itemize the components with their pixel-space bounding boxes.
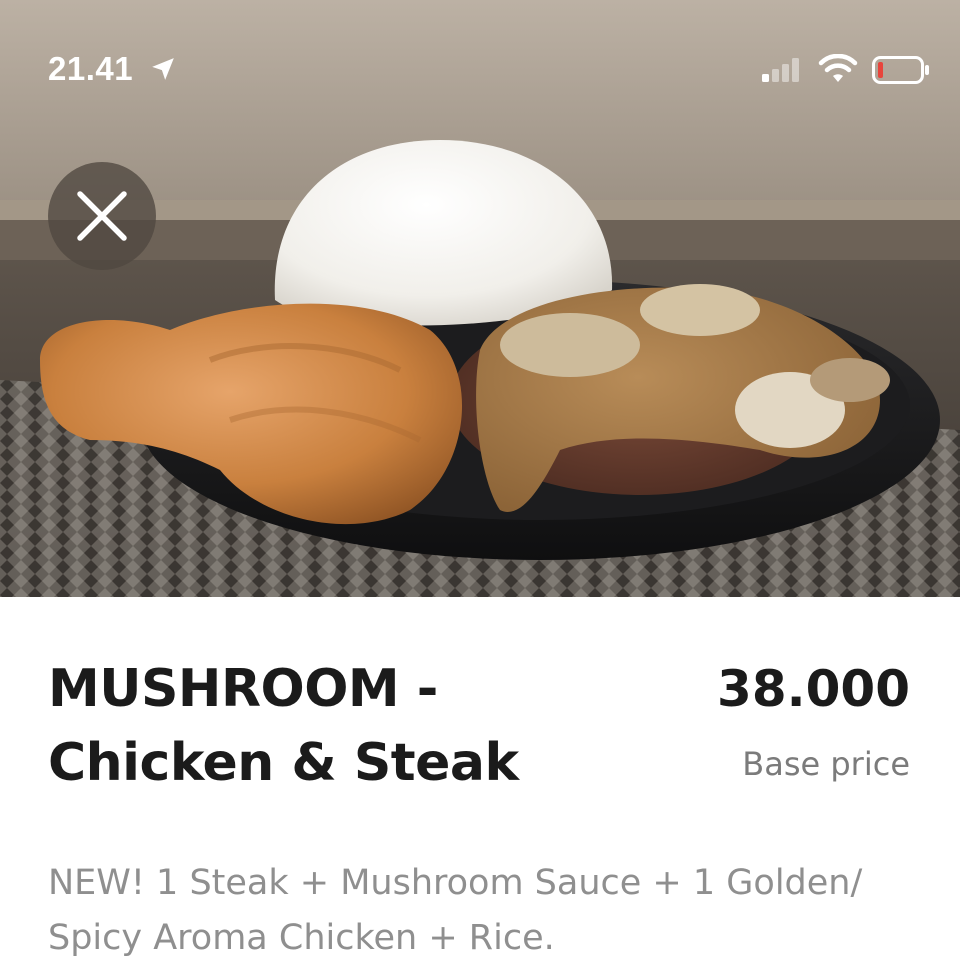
battery-low-icon [872, 56, 929, 84]
product-detail-screen: 21.41 MUSHROOM - Chicken & Steak 38.000 … [0, 0, 960, 976]
status-time: 21.41 [48, 50, 134, 87]
product-name: MUSHROOM - Chicken & Steak [48, 652, 608, 800]
price-caption: Base price [742, 745, 910, 783]
product-price: 38.000 [717, 660, 910, 718]
wifi-icon [818, 54, 858, 82]
product-name-line-2: Chicken & Steak [48, 733, 519, 793]
status-bar: 21.41 [0, 0, 960, 140]
close-icon [77, 191, 127, 241]
close-button[interactable] [48, 162, 156, 270]
location-arrow-icon [152, 58, 174, 80]
product-name-line-1: MUSHROOM - [48, 659, 438, 719]
cellular-signal-icon [762, 58, 799, 82]
product-description: NEW! 1 Steak + Mushroom Sauce + 1 Golden… [48, 863, 863, 958]
battery-level-fill [878, 62, 883, 78]
